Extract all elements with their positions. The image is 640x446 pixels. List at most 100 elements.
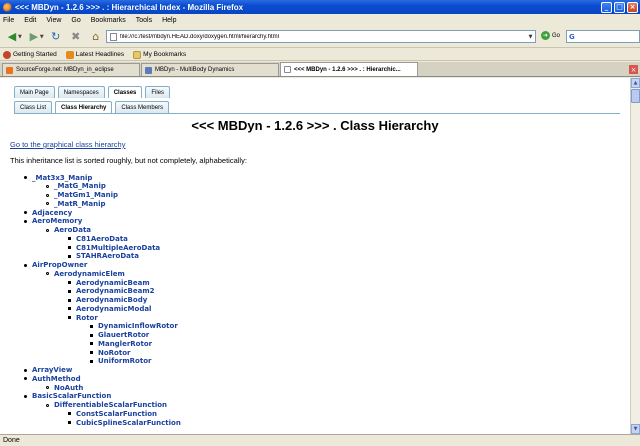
- hierarchy-item[interactable]: ArrayView: [24, 366, 72, 375]
- tab-classes[interactable]: Classes: [107, 86, 143, 98]
- tab-class-list[interactable]: Class List: [14, 101, 53, 113]
- hierarchy-item[interactable]: BasicScalarFunction: [24, 392, 111, 401]
- url-bar[interactable]: file:///c:/test/mbdyn.HEAD.doxy/doxygen.…: [106, 30, 536, 43]
- back-dropdown-icon[interactable]: ▼: [18, 34, 22, 40]
- hierarchy-item[interactable]: ConstScalarFunction: [68, 409, 157, 418]
- hierarchy-item-label[interactable]: DynamicInflowRotor: [98, 322, 178, 330]
- menu-file[interactable]: File: [3, 17, 14, 24]
- hierarchy-item[interactable]: _MatR_Manip: [46, 199, 106, 208]
- tab-namespaces[interactable]: Namespaces: [57, 86, 105, 98]
- menu-bookmarks[interactable]: Bookmarks: [91, 17, 126, 24]
- hierarchy-item-label[interactable]: BasicScalarFunction: [32, 392, 111, 400]
- hierarchy-item-label[interactable]: AerodynamicModal: [76, 305, 151, 313]
- hierarchy-item-label[interactable]: UniformRotor: [98, 357, 151, 365]
- hierarchy-item[interactable]: GlauertRotor: [90, 331, 149, 340]
- hierarchy-item-label[interactable]: _MatGm1_Manip: [54, 191, 118, 199]
- hierarchy-item[interactable]: AerodynamicBeam2: [68, 287, 155, 296]
- hierarchy-item[interactable]: AerodynamicElem: [46, 269, 125, 278]
- hierarchy-item[interactable]: AerodynamicBody: [68, 296, 147, 305]
- tab-class-hierarchy[interactable]: Class Hierarchy: [55, 101, 113, 113]
- hierarchy-item[interactable]: AuthMethod: [24, 374, 81, 383]
- hierarchy-item-label[interactable]: AeroMemory: [32, 217, 82, 225]
- home-icon[interactable]: ⌂: [88, 29, 104, 45]
- menu-edit[interactable]: Edit: [24, 17, 36, 24]
- hierarchy-item[interactable]: NoRotor: [90, 348, 130, 357]
- hierarchy-item[interactable]: C81MultipleAeroData: [68, 243, 160, 252]
- hierarchy-item[interactable]: AerodynamicModal: [68, 304, 151, 313]
- hierarchy-item-label[interactable]: STAHRAeroData: [76, 252, 139, 260]
- stop-icon[interactable]: ✖: [68, 29, 84, 45]
- graphical-hierarchy-link[interactable]: Go to the graphical class hierarchy: [10, 140, 125, 149]
- hierarchy-item[interactable]: _MatG_Manip: [46, 182, 106, 191]
- hierarchy-item[interactable]: STAHRAeroData: [68, 252, 139, 261]
- url-text[interactable]: file:///c:/test/mbdyn.HEAD.doxy/doxygen.…: [120, 34, 526, 40]
- bullet-icon: [90, 333, 93, 337]
- hierarchy-item-label[interactable]: AerodynamicBeam2: [76, 287, 155, 295]
- go-button[interactable]: ➜ Go: [541, 31, 560, 40]
- bookmark-latest-headlines[interactable]: Latest Headlines: [65, 50, 124, 59]
- maximize-button[interactable]: □: [614, 1, 625, 13]
- minimize-button[interactable]: _: [601, 1, 612, 13]
- rss-feed-icon: [65, 50, 74, 59]
- hierarchy-item-label[interactable]: AerodynamicElem: [54, 270, 125, 278]
- tab-files[interactable]: Files: [145, 86, 171, 98]
- hierarchy-item-label[interactable]: GlauertRotor: [98, 331, 149, 339]
- hierarchy-item-label[interactable]: AerodynamicBody: [76, 296, 147, 304]
- tab-main-page[interactable]: Main Page: [14, 86, 55, 98]
- reload-icon[interactable]: ↻: [48, 29, 64, 45]
- hierarchy-item[interactable]: AeroMemory: [24, 217, 82, 226]
- bookmark-my-bookmarks[interactable]: My Bookmarks: [133, 50, 186, 59]
- browser-tab-hierarchy[interactable]: <<< MBDyn - 1.2.6 >>> . : Hierarchic...: [280, 62, 418, 76]
- browser-tab-mbdyn[interactable]: MBDyn - MultiBody Dynamics: [141, 63, 279, 76]
- hierarchy-item[interactable]: _MatGm1_Manip: [46, 191, 118, 200]
- hierarchy-item[interactable]: DynamicInflowRotor: [90, 322, 178, 331]
- bookmark-getting-started[interactable]: Getting Started: [3, 50, 57, 59]
- hierarchy-item-label[interactable]: Rotor: [76, 314, 98, 322]
- hierarchy-item-label[interactable]: NoAuth: [54, 384, 83, 392]
- scroll-thumb[interactable]: [631, 89, 640, 103]
- hierarchy-item[interactable]: UniformRotor: [90, 357, 151, 366]
- hierarchy-item-label[interactable]: DifferentiableScalarFunction: [54, 401, 167, 409]
- hierarchy-item-label[interactable]: ArrayView: [32, 366, 72, 374]
- hierarchy-item-label[interactable]: ManglerRotor: [98, 340, 152, 348]
- hierarchy-item-label[interactable]: _MatR_Manip: [54, 200, 106, 208]
- scroll-down-icon[interactable]: ▼: [631, 424, 640, 434]
- hierarchy-item-label[interactable]: AirPropOwner: [32, 261, 87, 269]
- hierarchy-item[interactable]: AirPropOwner: [24, 261, 87, 270]
- hierarchy-item-label[interactable]: ConstScalarFunction: [76, 410, 157, 418]
- vertical-scrollbar[interactable]: ▲ ▼: [630, 78, 640, 434]
- hierarchy-item[interactable]: Adjacency: [24, 208, 72, 217]
- hierarchy-item-label[interactable]: _MatG_Manip: [54, 182, 106, 190]
- hierarchy-item[interactable]: Rotor: [68, 313, 98, 322]
- hierarchy-item-label[interactable]: AeroData: [54, 226, 91, 234]
- browser-tab-sourceforge[interactable]: SourceForge.net: MBDyn_in_eclipse: [2, 63, 140, 76]
- forward-dropdown-icon[interactable]: ▼: [40, 34, 44, 40]
- menu-help[interactable]: Help: [162, 17, 176, 24]
- hierarchy-item-label[interactable]: _Mat3x3_Manip: [32, 174, 92, 182]
- menu-tools[interactable]: Tools: [136, 17, 152, 24]
- menu-view[interactable]: View: [46, 17, 61, 24]
- tab-class-members[interactable]: Class Members: [115, 101, 170, 113]
- hierarchy-item[interactable]: NoAuth: [46, 383, 83, 392]
- hierarchy-item-label[interactable]: CubicSplineScalarFunction: [76, 419, 181, 427]
- scroll-up-icon[interactable]: ▲: [631, 78, 640, 88]
- hierarchy-item[interactable]: CubicSplineScalarFunction: [68, 418, 181, 427]
- menu-go[interactable]: Go: [71, 17, 80, 24]
- hierarchy-item[interactable]: C81AeroData: [68, 234, 128, 243]
- url-dropdown-icon[interactable]: ▼: [526, 31, 535, 42]
- close-tab-icon[interactable]: ×: [629, 65, 638, 74]
- hierarchy-item-label[interactable]: NoRotor: [98, 349, 130, 357]
- hierarchy-item-label[interactable]: C81AeroData: [76, 235, 128, 243]
- hierarchy-item-label[interactable]: C81MultipleAeroData: [76, 244, 160, 252]
- bullet-icon: [68, 421, 71, 424]
- hierarchy-item[interactable]: AeroData: [46, 226, 91, 235]
- hierarchy-item[interactable]: DifferentiableScalarFunction: [46, 401, 167, 410]
- close-button[interactable]: ×: [627, 1, 638, 13]
- hierarchy-item-label[interactable]: Adjacency: [32, 209, 72, 217]
- hierarchy-item[interactable]: AerodynamicBeam: [68, 278, 150, 287]
- hierarchy-item-label[interactable]: AuthMethod: [32, 375, 81, 383]
- hierarchy-item[interactable]: ManglerRotor: [90, 339, 152, 348]
- hierarchy-item-label[interactable]: AerodynamicBeam: [76, 279, 150, 287]
- hierarchy-item[interactable]: _Mat3x3_Manip: [24, 173, 92, 182]
- search-input[interactable]: G: [566, 30, 640, 43]
